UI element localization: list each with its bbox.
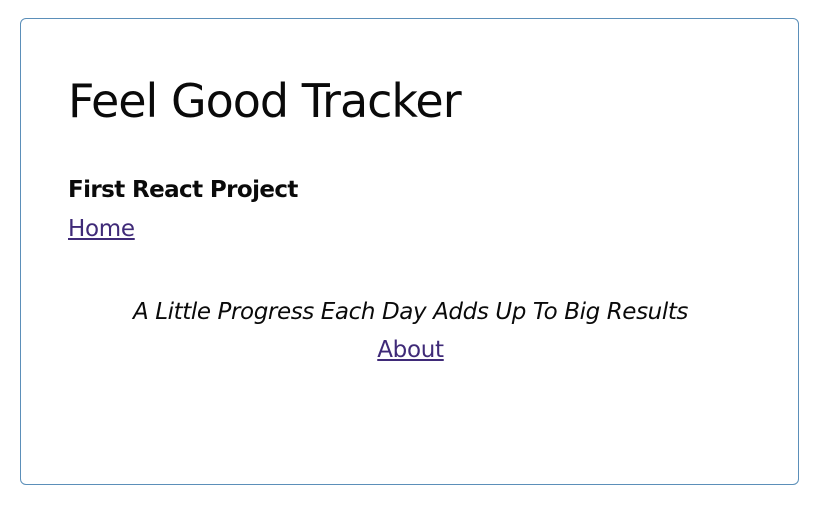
about-link-container: About [21, 337, 800, 363]
home-link[interactable]: Home [68, 216, 135, 242]
page-subtitle: First React Project [68, 177, 298, 203]
motivational-quote: A Little Progress Each Day Adds Up To Bi… [132, 299, 689, 325]
app-card: Feel Good Tracker First React Project Ho… [20, 18, 799, 485]
page-title: Feel Good Tracker [68, 74, 462, 128]
about-link[interactable]: About [377, 337, 444, 363]
